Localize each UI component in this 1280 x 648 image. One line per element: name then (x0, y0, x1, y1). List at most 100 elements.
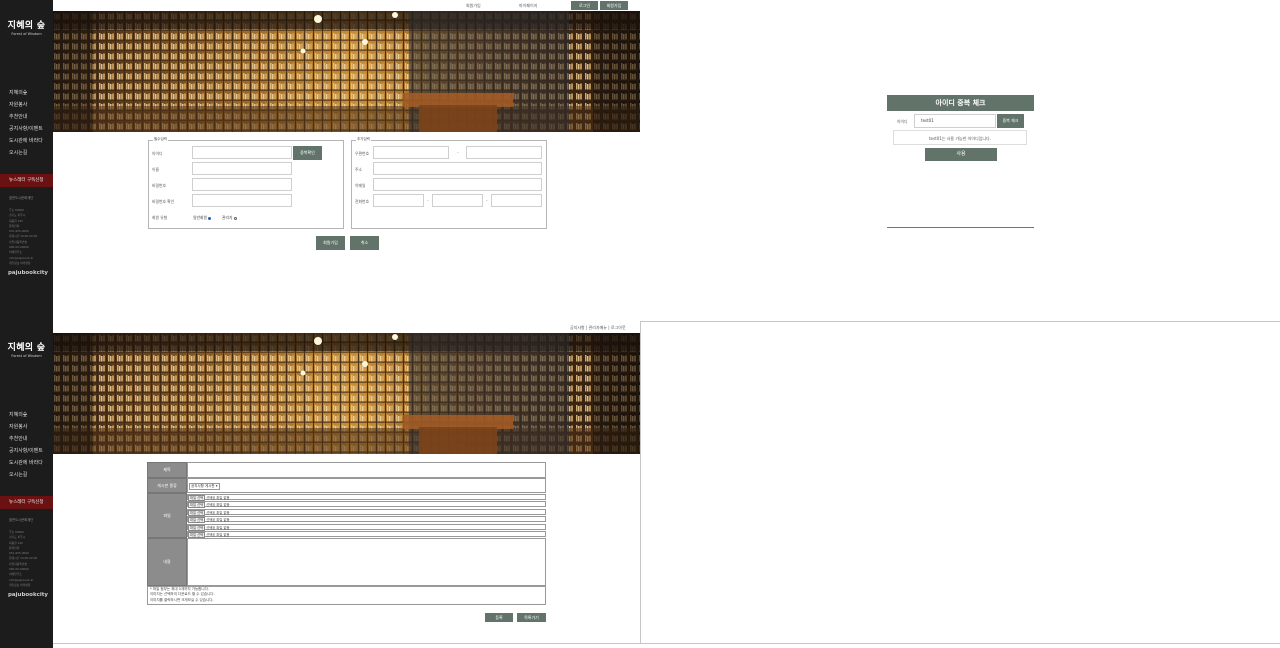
window-frame (640, 321, 1280, 644)
radio-admin[interactable]: 관리자 (222, 215, 237, 221)
phone-input-3[interactable] (491, 194, 542, 207)
partners-link[interactable]: 출판도시문화재단 (9, 517, 33, 522)
signup-submit-button[interactable]: 회원가입 (316, 236, 345, 250)
site-logo[interactable]: 지혜의 숲 Forest of Wisdom (0, 18, 53, 36)
menu-item-forest[interactable]: 지혜의숲 (9, 87, 43, 99)
email-label: 이메일 (355, 183, 366, 188)
radio-general-member[interactable]: 일반회원 (193, 215, 212, 221)
sidebar-menu: 지혜의숲 자원봉사 추천안내 공지사항/이벤트 도시관에 바라다 오시는길 (9, 87, 43, 159)
note-line: 이미지를 클릭하시면 크게보실 수 있습니다. (150, 597, 214, 602)
file-status: 선택된 파일 없음 (206, 526, 230, 530)
menu-item-directions[interactable]: 오시는길 (9, 469, 43, 481)
newsletter-button[interactable]: 뉴스레터 구독신청 (0, 174, 53, 187)
login-button[interactable]: 로그인 (571, 1, 598, 10)
file-row: 파일 선택 선택된 파일 없음 (187, 509, 546, 516)
file-row: 파일 선택 선택된 파일 없음 (187, 524, 546, 531)
signup-cancel-button[interactable]: 취소 (350, 236, 379, 250)
join-button[interactable]: 회원가입 (600, 1, 628, 10)
email-input[interactable] (373, 178, 542, 191)
mypage-link[interactable]: 마이페이지 (519, 3, 537, 9)
password-input[interactable] (192, 178, 292, 191)
phone-separator-1: - (427, 198, 429, 203)
hero-banner (53, 11, 640, 132)
menu-item-wishes[interactable]: 도시관에 바라다 (9, 457, 43, 469)
menu-item-notice[interactable]: 공지사항/이벤트 (9, 445, 43, 457)
file-select-button[interactable]: 파일 선택 (188, 517, 206, 523)
file-select-button[interactable]: 파일 선택 (188, 502, 206, 508)
sidebar: 지혜의 숲 Forest of Wisdom 지혜의숲 자원봉사 추천안내 공지… (0, 0, 53, 322)
category-header: 게시판 종류 (147, 478, 187, 493)
file-row: 파일 선택 선택된 파일 없음 (187, 494, 546, 501)
menu-item-notice[interactable]: 공지사항/이벤트 (9, 123, 43, 135)
phone-label: 전화번호 (355, 199, 369, 204)
duplicate-check-button[interactable]: 중복확인 (293, 146, 322, 160)
file-status: 선택된 파일 없음 (206, 496, 230, 500)
category-select[interactable]: 공지사항 게시판 ▾ (189, 483, 220, 490)
popup-id-input[interactable]: test01 (914, 114, 996, 128)
zip-separator: - (457, 150, 459, 155)
content-textarea[interactable] (187, 538, 546, 586)
title-header: 제목 (147, 462, 187, 478)
partners-link[interactable]: 출판도시문화재단 (9, 195, 33, 200)
name-input[interactable] (192, 162, 292, 175)
hero-banner (53, 333, 640, 454)
footer-brand[interactable]: pajubookcity (8, 270, 48, 276)
password-confirm-input[interactable] (192, 194, 292, 207)
title-input[interactable] (187, 462, 546, 478)
phone-input-1[interactable] (373, 194, 424, 207)
bookshelf-illustration (53, 333, 640, 454)
signup-link[interactable]: 회원가입 (466, 3, 481, 9)
newsletter-button[interactable]: 뉴스레터 구독신청 (0, 496, 53, 509)
popup-id-label: 아이디 (897, 119, 908, 124)
address-input[interactable] (373, 162, 542, 175)
zipcode-input[interactable] (373, 146, 449, 159)
file-status: 선택된 파일 없음 (206, 511, 230, 515)
window-frame-bottom (53, 643, 641, 644)
menu-item-wishes[interactable]: 도시관에 바라다 (9, 135, 43, 147)
id-input[interactable] (192, 146, 292, 159)
sidebar: 지혜의 숲 Forest of Wisdom 지혜의숲 자원봉사 추천안내 공지… (0, 322, 53, 648)
upload-notes: * 파일 첨부는 최대 5개까지 가능합니다. 이미지는 선택하여 다운로드 할… (147, 586, 546, 605)
zipcode-input-2[interactable] (466, 146, 542, 159)
menu-item-volunteer[interactable]: 자원봉사 (9, 99, 43, 111)
site-logo[interactable]: 지혜의 숲 Forest of Wisdom (0, 340, 53, 358)
address-label: 주소 (355, 167, 362, 172)
chevron-down-icon: ▾ (215, 484, 218, 488)
menu-item-volunteer[interactable]: 자원봉사 (9, 421, 43, 433)
zipcode-label: 우편번호 (355, 151, 369, 156)
file-row: 파일 선택 선택된 파일 없음 (187, 516, 546, 523)
radio-general-label: 일반회원 (193, 215, 207, 220)
logo-main-text: 지혜의 숲 (7, 343, 46, 353)
radio-checked-icon (208, 216, 212, 220)
password-label: 비밀번호 (152, 183, 166, 188)
menu-item-recommend[interactable]: 추천안내 (9, 111, 43, 123)
info-line: 운영시간 10:00-20:00 (9, 234, 38, 239)
info-line: 개인정보 처리방침 (9, 582, 31, 587)
file-row: 파일 선택 선택된 파일 없음 (187, 501, 546, 508)
board-submit-button[interactable]: 등록 (485, 613, 513, 622)
category-cell: 공지사항 게시판 ▾ (187, 478, 546, 493)
logo-sub-text: Forest of Wisdom (11, 354, 42, 358)
phone-input-2[interactable] (432, 194, 483, 207)
footer-brand[interactable]: pajubookcity (8, 592, 48, 598)
menu-item-directions[interactable]: 오시는길 (9, 147, 43, 159)
footer-info: 주소 00000 경기도 파주시 회동길 145 문의전화 031-955-00… (9, 208, 37, 266)
menu-item-forest[interactable]: 지혜의숲 (9, 409, 43, 421)
info-line: 운영시간 10:00-20:00 (9, 556, 38, 561)
info-line: 개인정보 처리방침 (9, 260, 31, 265)
phone-separator-2: - (486, 198, 488, 203)
file-status: 선택된 파일 없음 (206, 533, 230, 537)
top-links[interactable]: 공지사항 | 관리자메뉴 | 로그아웃 (570, 325, 626, 331)
file-status: 선택된 파일 없음 (206, 518, 230, 522)
board-list-button[interactable]: 목록가기 (517, 613, 546, 622)
popup-check-button[interactable]: 중복 체크 (997, 114, 1024, 128)
popup-use-button[interactable]: 사용 (925, 148, 997, 161)
menu-item-recommend[interactable]: 추천안내 (9, 433, 43, 445)
member-type-label: 회원 유형 (152, 215, 168, 220)
popup-divider (887, 227, 1034, 228)
logo-sub-text: Forest of Wisdom (11, 32, 42, 36)
legend-optional: 추가입력 (356, 137, 371, 142)
radio-unchecked-icon (233, 216, 237, 220)
name-label: 이름 (152, 167, 159, 172)
content-header: 내용 (147, 538, 187, 586)
